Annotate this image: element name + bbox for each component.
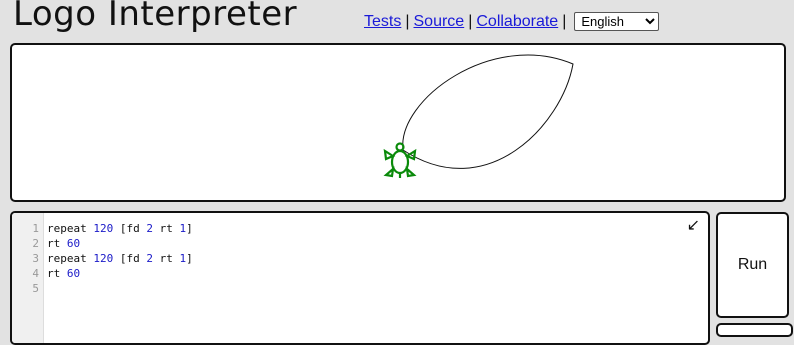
run-button[interactable]: Run: [716, 212, 789, 318]
drawing-canvas[interactable]: [10, 43, 786, 202]
leaf-drawing: [402, 54, 574, 169]
code-token: rt: [152, 222, 180, 235]
language-select[interactable]: English: [574, 12, 660, 31]
code-token: repeat: [47, 252, 94, 265]
code-token: ]: [186, 252, 193, 265]
separator: |: [468, 12, 473, 30]
code-token: [fd: [113, 252, 147, 265]
code-number: 120: [93, 252, 114, 265]
header: Logo Interpreter Tests | Source | Collab…: [0, 0, 794, 42]
line-number: 4: [32, 267, 39, 280]
line-number: 5: [32, 282, 39, 295]
turtle-graphics: [383, 54, 574, 178]
line-number: 1: [32, 222, 39, 235]
turtle-icon: [383, 142, 417, 178]
code-number: 60: [66, 267, 81, 280]
code-token: ]: [186, 222, 193, 235]
code-number: 2: [146, 252, 153, 265]
code-token: [fd: [113, 222, 147, 235]
tests-link[interactable]: Tests: [364, 13, 401, 31]
code-line[interactable]: rt 60: [47, 267, 80, 282]
code-number: 2: [146, 222, 153, 235]
code-line[interactable]: repeat 120 [fd 2 rt 1]: [47, 222, 193, 237]
code-number: 60: [66, 237, 81, 250]
code-editor[interactable]: 1 2 3 4 5 repeat 120 [fd 2 rt 1] rt 60 r…: [10, 211, 710, 345]
line-number: 2: [32, 237, 39, 250]
source-link[interactable]: Source: [414, 13, 465, 31]
code-number: 120: [93, 222, 114, 235]
secondary-panel[interactable]: [716, 323, 793, 337]
line-gutter: 1 2 3 4 5: [12, 213, 44, 343]
code-line[interactable]: rt 60: [47, 237, 80, 252]
line-number: 3: [32, 252, 39, 265]
code-token: repeat: [47, 222, 94, 235]
code-token: rt: [47, 237, 67, 250]
app-title: Logo Interpreter: [13, 0, 298, 34]
separator: |: [405, 12, 410, 30]
separator: |: [562, 12, 567, 30]
expand-icon[interactable]: ↙: [687, 215, 700, 235]
nav-links: Tests | Source | Collaborate | English: [364, 12, 660, 31]
code-token: rt: [47, 267, 67, 280]
code-line[interactable]: repeat 120 [fd 2 rt 1]: [47, 252, 193, 267]
collaborate-link[interactable]: Collaborate: [476, 13, 558, 31]
code-token: rt: [152, 252, 180, 265]
